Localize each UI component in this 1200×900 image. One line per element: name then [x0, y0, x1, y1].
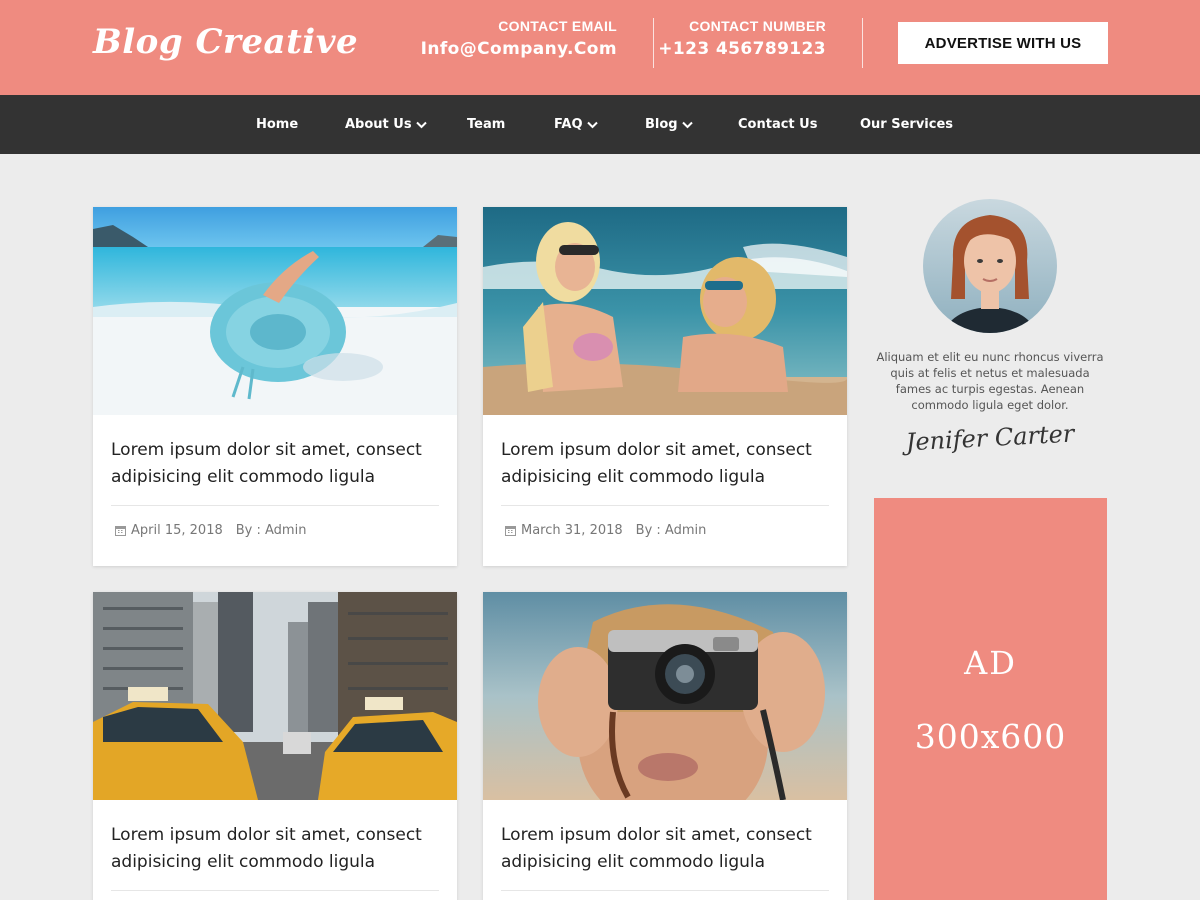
chevron-down-icon [415, 121, 427, 128]
nav-item-our-services[interactable]: Our Services [860, 95, 953, 154]
author-bio: Aliquam et elit eu nunc rhoncus viverra … [876, 350, 1104, 412]
post-author: By : Admin [635, 523, 707, 538]
post-date: March 31, 2018 [521, 523, 623, 538]
nav-item-contact-us[interactable]: Contact Us [738, 95, 817, 154]
nav-item-home[interactable]: Home [256, 95, 298, 154]
contact-email: CONTACT EMAIL Info@Company.Com [421, 18, 617, 59]
post-date: April 15, 2018 [131, 523, 223, 538]
contact-email-label: CONTACT EMAIL [498, 18, 617, 34]
post-card: Lorem ipsum dolor sit amet, consect adip… [483, 592, 847, 900]
nav-item-label: Contact Us [738, 117, 818, 132]
post-card: Lorem ipsum dolor sit amet, consect adip… [93, 592, 457, 900]
post-title[interactable]: Lorem ipsum dolor sit amet, consect adip… [111, 437, 441, 491]
header-divider [653, 18, 654, 68]
nav-item-label: FAQ [554, 117, 583, 132]
chevron-down-icon [586, 121, 598, 128]
nav-item-blog[interactable]: Blog [645, 95, 693, 154]
nav-item-faq[interactable]: FAQ [554, 95, 598, 154]
post-meta: March 31, 2018 By : Admin [501, 506, 829, 566]
post-meta: April 15, 2018 By : Admin [111, 506, 439, 566]
nav-item-team[interactable]: Team [467, 95, 505, 154]
nav-item-label: Blog [645, 117, 678, 132]
contact-number: CONTACT NUMBER +123 456789123 [658, 18, 826, 59]
post-title[interactable]: Lorem ipsum dolor sit amet, consect adip… [111, 822, 441, 876]
nav-item-about-us[interactable]: About Us [345, 95, 427, 154]
chevron-down-icon [681, 121, 693, 128]
nav-item-label: Home [256, 117, 299, 132]
nav-item-label: Our Services [860, 117, 954, 132]
post-card: Lorem ipsum dolor sit amet, consect adip… [483, 207, 847, 566]
nav-item-label: About Us [345, 117, 412, 132]
contact-email-value[interactable]: Info@Company.Com [421, 39, 617, 59]
header-divider [862, 18, 863, 68]
author-signature: Jenifer Carter [905, 419, 1075, 457]
contact-number-value[interactable]: +123 456789123 [658, 39, 826, 59]
post-title[interactable]: Lorem ipsum dolor sit amet, consect adip… [501, 822, 831, 876]
site-logo[interactable]: Blog Creative [93, 22, 358, 62]
calendar-icon [505, 526, 516, 536]
contact-number-label: CONTACT NUMBER [689, 18, 826, 34]
ad-size-label: 300x600 [914, 717, 1067, 756]
advertise-button[interactable]: ADVERTISE WITH US [898, 22, 1108, 64]
camera-photo[interactable] [483, 592, 847, 800]
post-title[interactable]: Lorem ipsum dolor sit amet, consect adip… [501, 437, 831, 491]
header: Blog Creative CONTACT EMAIL Info@Company… [0, 0, 1200, 95]
author-avatar[interactable] [923, 199, 1057, 333]
divider [111, 890, 439, 891]
divider [501, 890, 829, 891]
calendar-icon [115, 526, 126, 536]
post-card: Lorem ipsum dolor sit amet, consect adip… [93, 207, 457, 566]
post-author: By : Admin [235, 523, 307, 538]
ad-label: AD [964, 644, 1017, 682]
beach-hat-photo[interactable] [93, 207, 457, 415]
ad-banner[interactable]: AD 300x600 [874, 498, 1107, 900]
beach-friends-photo[interactable] [483, 207, 847, 415]
city-taxis-photo[interactable] [93, 592, 457, 800]
main-nav: Home About Us Team FAQ Blog Contact Us O… [0, 95, 1200, 154]
nav-item-label: Team [467, 117, 506, 132]
